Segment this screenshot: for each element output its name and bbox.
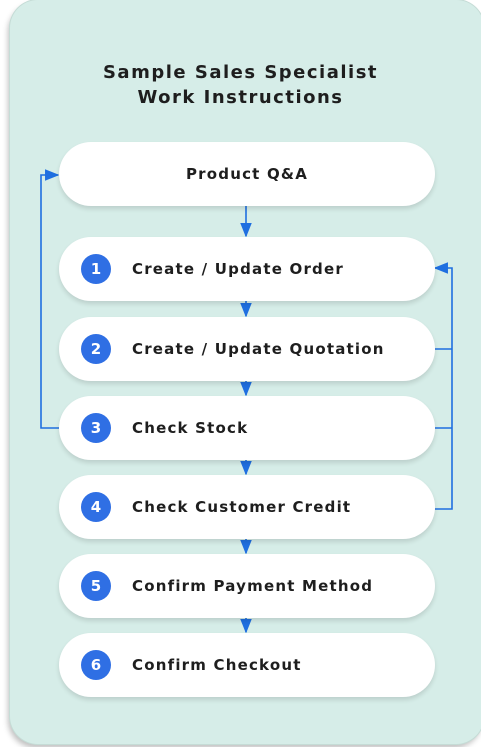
step-number-badge: 1 (81, 254, 111, 284)
step-label: Check Customer Credit (132, 498, 352, 516)
step-number-badge: 6 (81, 650, 111, 680)
step-label: Confirm Checkout (132, 656, 302, 674)
step-4: 4 Check Customer Credit (59, 475, 435, 539)
step-2: 2 Create / Update Quotation (59, 317, 435, 381)
step-6: 6 Confirm Checkout (59, 633, 435, 697)
step-number-badge: 2 (81, 334, 111, 364)
step-number-badge: 4 (81, 492, 111, 522)
step-1: 1 Create / Update Order (59, 237, 435, 301)
loop-right-rail (433, 262, 453, 510)
step-label: Create / Update Quotation (132, 340, 385, 358)
step-number-badge: 3 (81, 413, 111, 443)
step-product-qa: Product Q&A (59, 142, 435, 206)
step-5: 5 Confirm Payment Method (59, 554, 435, 618)
step-number-badge: 5 (81, 571, 111, 601)
step-label: Product Q&A (185, 165, 309, 183)
step-label: Create / Update Order (132, 260, 344, 278)
step-label: Confirm Payment Method (132, 577, 374, 595)
step-label: Check Stock (132, 419, 249, 437)
step-3: 3 Check Stock (59, 396, 435, 460)
loop-check-stock-to-qa (40, 169, 60, 429)
